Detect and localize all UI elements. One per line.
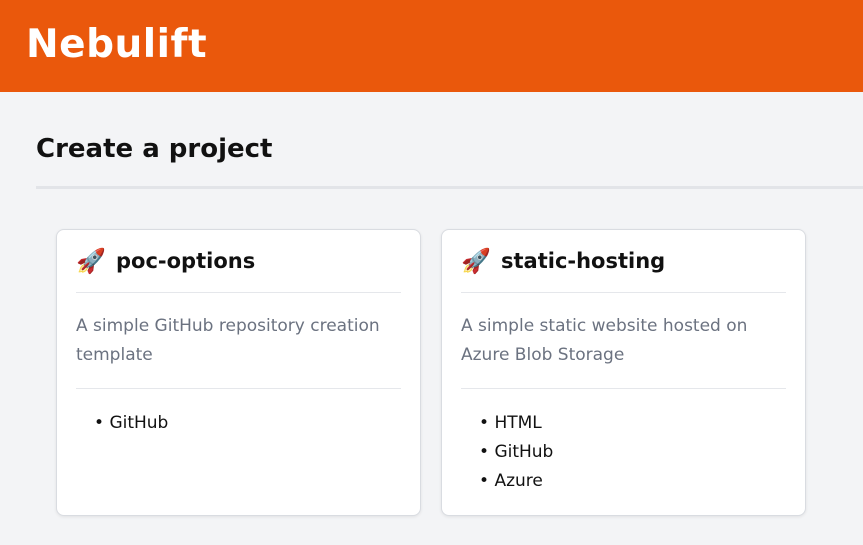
tag-item: GitHub <box>94 409 401 438</box>
app-logo[interactable]: Nebulift <box>26 22 207 67</box>
tag-item: Azure <box>479 467 786 496</box>
card-description: A simple static website hosted on Azure … <box>461 293 786 389</box>
divider <box>36 186 863 189</box>
rocket-icon: 🚀 <box>76 247 106 275</box>
page-title: Create a project <box>36 134 273 164</box>
tag-list: HTML GitHub Azure <box>461 389 786 496</box>
template-card-poc-options[interactable]: 🚀 poc-options A simple GitHub repository… <box>56 229 421 516</box>
template-card-list: 🚀 poc-options A simple GitHub repository… <box>36 229 863 516</box>
main-content: Create a project 🚀 poc-options A simple … <box>0 92 863 516</box>
card-header: 🚀 poc-options <box>76 230 401 293</box>
tag-list: GitHub <box>76 389 401 438</box>
tag-item: HTML <box>479 409 786 438</box>
app-header: Nebulift <box>0 0 863 92</box>
tag-item: GitHub <box>479 438 786 467</box>
rocket-icon: 🚀 <box>461 247 491 275</box>
template-card-static-hosting[interactable]: 🚀 static-hosting A simple static website… <box>441 229 806 516</box>
card-description: A simple GitHub repository creation temp… <box>76 293 401 389</box>
card-title: poc-options <box>116 249 256 273</box>
card-title: static-hosting <box>501 249 666 273</box>
card-header: 🚀 static-hosting <box>461 230 786 293</box>
